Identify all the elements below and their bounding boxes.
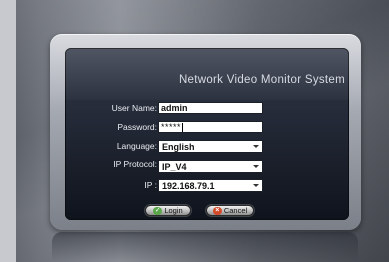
chevron-down-icon[interactable] — [251, 142, 261, 151]
password-input[interactable]: ***** — [158, 121, 263, 133]
language-value: English — [162, 142, 195, 152]
ip-protocol-select[interactable]: IP_V4 — [158, 160, 263, 173]
dialog-reflection — [52, 232, 358, 262]
login-button-label: Login — [164, 206, 183, 215]
login-button[interactable]: ✓ Login — [145, 205, 191, 216]
cancel-icon: × — [212, 206, 222, 215]
language-select[interactable]: English — [158, 140, 263, 153]
ip-protocol-value: IP_V4 — [162, 162, 187, 172]
ip-protocol-label: IP Protocol: — [113, 159, 157, 169]
username-input[interactable]: admin — [158, 102, 263, 114]
ip-select[interactable]: 192.168.79.1 — [158, 179, 263, 192]
ip-value: 192.168.79.1 — [162, 181, 215, 191]
ip-label: IP : — [144, 180, 157, 190]
cancel-button-label: Cancel — [223, 206, 248, 215]
chevron-down-icon[interactable] — [251, 162, 261, 171]
language-label: Language: — [116, 141, 157, 151]
password-value: ***** — [161, 122, 182, 132]
login-icon: ✓ — [153, 206, 163, 215]
chevron-down-icon[interactable] — [251, 181, 261, 190]
app-title: Network Video Monitor System — [178, 74, 345, 86]
cancel-button[interactable]: × Cancel — [206, 205, 254, 216]
password-label: Password: — [117, 122, 157, 132]
text-caret — [182, 123, 184, 132]
username-label: User Name: — [111, 103, 157, 113]
